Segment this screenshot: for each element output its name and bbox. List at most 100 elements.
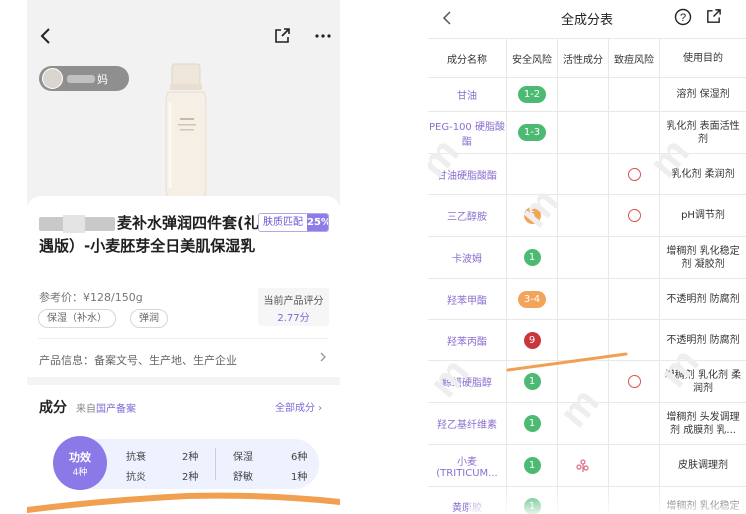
source-prefix: 来自 xyxy=(76,404,96,415)
product-info-card: 麦补水弹润四件套(礼遇版）-小麦胚芽全日美肌保湿乳 肤质匹配 25% 参考价：¥… xyxy=(27,196,340,514)
ingredient-table: 成分名称 安全风险 活性成分 致痘风险 使用目的 甘油 1-2 溶剂 保湿剂 PEG-… xyxy=(428,38,746,514)
effect-name: 抗炎 xyxy=(126,472,146,483)
usage-purpose: pH调节剂 xyxy=(681,210,725,221)
table-header: 成分名称 安全风险 活性成分 致痘风险 使用目的 xyxy=(428,38,746,78)
effect-name: 舒敏 xyxy=(233,472,253,483)
active-ingredient-cell xyxy=(558,154,609,194)
risk-badge: 1-3 xyxy=(518,124,546,141)
skin-match-badge[interactable]: 肤质匹配 25% xyxy=(258,213,329,232)
orange-highlight-stroke xyxy=(27,492,340,513)
safety-risk-cell: 1 xyxy=(507,445,558,486)
column-header: 成分名称 xyxy=(428,39,507,77)
help-icon[interactable]: ? xyxy=(674,8,692,26)
score-value: 2.77分 xyxy=(277,313,310,324)
risk-badge: 1 xyxy=(523,373,541,390)
acne-risk-cell xyxy=(609,237,660,278)
table-row[interactable]: 三乙醇胺 5 pH调节剂 xyxy=(428,195,746,237)
safety-risk-cell xyxy=(507,154,558,194)
chevron-right-icon[interactable] xyxy=(318,351,328,363)
effect-count: 2种 xyxy=(182,452,199,463)
ingredient-name[interactable]: 甘油 xyxy=(428,78,507,111)
page-title: 全成分表 xyxy=(560,13,613,28)
score-label: 当前产品评分 xyxy=(263,296,324,307)
ingredient-name[interactable]: PEG-100 硬脂酸酯 xyxy=(428,112,507,153)
ingredient-name[interactable]: 羟苯甲酯 xyxy=(428,279,507,319)
share-icon[interactable] xyxy=(705,8,722,25)
active-ingredient-cell xyxy=(558,237,609,278)
risk-badge: 1 xyxy=(523,415,541,432)
effect-count: 1种 xyxy=(291,472,308,483)
acne-risk-cell xyxy=(609,112,660,153)
tag-chip[interactable]: 弹润 xyxy=(130,309,168,328)
orange-highlight-stroke xyxy=(506,352,628,372)
product-title: 麦补水弹润四件套(礼遇版）-小麦胚芽全日美肌保湿乳 xyxy=(39,214,259,255)
risk-badge: 5 xyxy=(523,207,541,224)
acne-risk-cell xyxy=(609,279,660,319)
column-header: 使用目的 xyxy=(683,52,723,64)
risk-badge: 1 xyxy=(523,457,541,474)
usage-purpose: 增稠剂 头发调理剂 成膜剂 乳... xyxy=(666,411,740,436)
more-icon[interactable] xyxy=(313,27,333,45)
product-image xyxy=(165,63,207,200)
acne-risk-icon xyxy=(627,375,641,388)
safety-risk-cell: 1-2 xyxy=(507,78,558,111)
table-row[interactable]: PEG-100 硬脂酸酯 1-3 乳化剂 表面活性剂 xyxy=(428,112,746,154)
table-row[interactable]: 小麦 (TRITICUM... 1 皮肤调理剂 xyxy=(428,445,746,487)
product-info-row[interactable]: 产品信息：备案文号、生产地、生产企业 xyxy=(39,352,237,368)
back-icon[interactable] xyxy=(37,27,55,45)
active-ingredient-cell xyxy=(558,112,609,153)
uploader-name-blur xyxy=(67,75,95,83)
acne-risk-cell xyxy=(609,78,660,111)
table-row[interactable]: 甘油 1-2 溶剂 保湿剂 xyxy=(428,78,746,112)
acne-risk-cell xyxy=(609,195,660,236)
tag-chip[interactable]: 保湿（补水） xyxy=(38,309,116,328)
ingredient-table-screen: 全成分表 ? 成分名称 安全风险 活性成分 致痘风险 使用目的 甘油 1-2 溶剂 … xyxy=(428,0,746,514)
section-gap xyxy=(27,377,340,385)
ingredient-name[interactable]: 羟苯丙酯 xyxy=(428,320,507,360)
effect-count: 6种 xyxy=(291,452,308,463)
ingredient-name[interactable]: 羟乙基纤维素 xyxy=(428,403,507,444)
product-score[interactable]: 当前产品评分 2.77分 xyxy=(258,288,329,326)
skin-match-label: 肤质匹配 xyxy=(259,214,307,231)
skin-match-value: 25% xyxy=(307,214,328,231)
usage-purpose: 不透明剂 防腐剂 xyxy=(666,293,740,305)
acne-risk-cell xyxy=(609,445,660,486)
ingredient-name[interactable]: 三乙醇胺 xyxy=(428,195,507,236)
effect-count: 2种 xyxy=(182,472,199,483)
uploader-chip[interactable]: 妈 xyxy=(39,66,129,91)
effect-count: 4种 xyxy=(72,468,88,478)
table-row[interactable]: 甘油硬脂酸酯 乳化剂 柔润剂 xyxy=(428,154,746,195)
all-ingredients-link[interactable]: 全部成分 › xyxy=(275,399,322,414)
table-body: 甘油 1-2 溶剂 保湿剂 PEG-100 硬脂酸酯 1-3 乳化剂 表面活性剂甘油硬脂酸… xyxy=(428,78,746,514)
table-row[interactable]: 羟乙基纤维素 1 增稠剂 头发调理剂 成膜剂 乳... xyxy=(428,403,746,445)
divider xyxy=(38,338,329,339)
effect-label: 功效 xyxy=(69,451,91,464)
table-row[interactable]: 卡波姆 1 增稠剂 乳化稳定剂 凝胶剂 xyxy=(428,237,746,279)
ingredient-name[interactable]: 鲸蜡硬脂醇 xyxy=(428,361,507,402)
acne-risk-cell xyxy=(609,403,660,444)
uploader-name: 妈 xyxy=(97,73,108,86)
bottom-fade xyxy=(468,488,746,514)
ingredient-name[interactable]: 卡波姆 xyxy=(428,237,507,278)
safety-risk-cell: 5 xyxy=(507,195,558,236)
ingredients-source: 来自国产备案 xyxy=(76,400,136,415)
usage-purpose: 增稠剂 乳化剂 柔润剂 xyxy=(664,369,742,394)
ingredient-name[interactable]: 小麦 (TRITICUM... xyxy=(428,445,507,486)
effect-count-circle[interactable]: 功效 4种 xyxy=(53,436,107,490)
effect-divider xyxy=(215,448,216,480)
column-header: 安全风险 xyxy=(507,39,558,77)
column-header: 活性成分 xyxy=(558,39,609,77)
ingredient-name[interactable]: 甘油硬脂酸酯 xyxy=(428,154,507,194)
acne-risk-icon xyxy=(627,167,641,181)
flower-icon xyxy=(576,458,589,472)
usage-purpose: 皮肤调理剂 xyxy=(678,460,728,471)
share-icon[interactable] xyxy=(273,27,291,45)
reference-price: 参考价：¥128/150g xyxy=(39,291,143,304)
usage-purpose: 不透明剂 防腐剂 xyxy=(666,334,740,346)
ingredients-title: 成分 xyxy=(39,400,67,416)
table-row[interactable]: 羟苯甲酯 3-4 不透明剂 防腐剂 xyxy=(428,279,746,320)
column-header: 致痘风险 xyxy=(609,39,660,77)
svg-text:?: ? xyxy=(680,12,686,24)
source-link[interactable]: 国产备案 xyxy=(96,404,136,415)
usage-purpose: 乳化剂 表面活性剂 xyxy=(666,120,740,145)
